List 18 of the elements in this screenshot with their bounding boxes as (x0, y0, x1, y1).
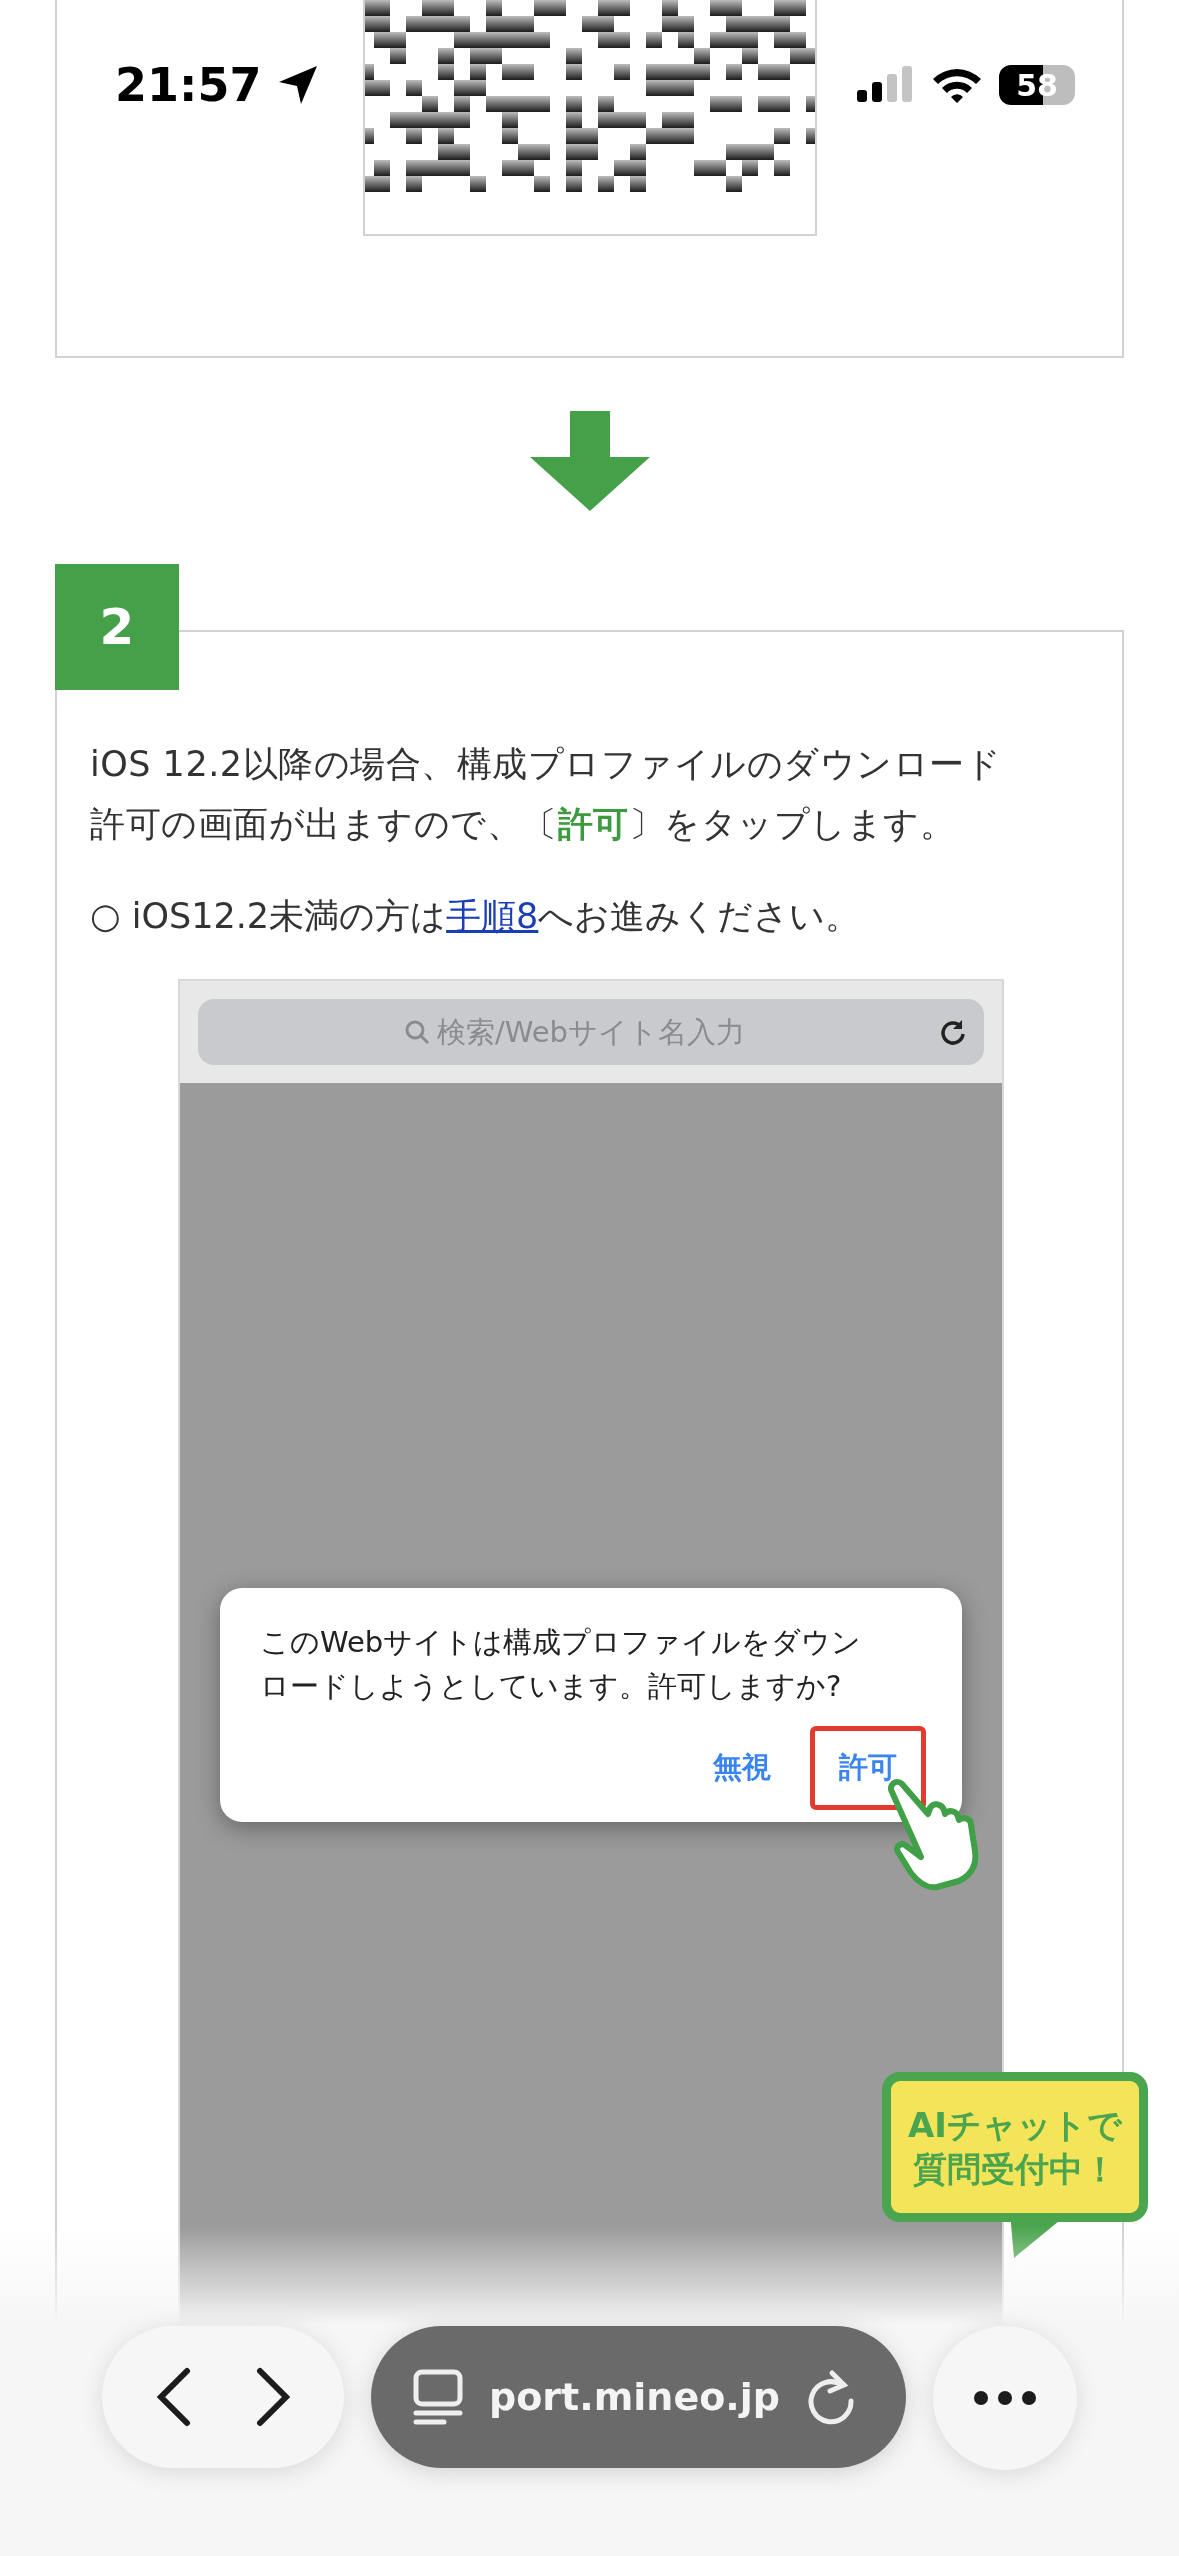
search-field[interactable]: 検索/Webサイト名入力 (198, 999, 984, 1065)
dialog-message: このWebサイトは構成プロファイルをダウンロードしようとしています。許可しますか? (260, 1624, 863, 1705)
down-arrow-icon (529, 411, 650, 511)
search-icon (404, 1019, 430, 1045)
ai-chat-bubble[interactable]: AIチャットで 質問受付中！ (882, 2072, 1148, 2222)
more-icon (973, 2390, 1037, 2406)
address-bar[interactable]: port.mineo.jp (371, 2326, 906, 2468)
url-text: port.mineo.jp (488, 2375, 781, 2419)
note-text: ○ iOS12.2未満の方は手順8へお進みください。 (90, 895, 862, 938)
reload-icon[interactable] (806, 2369, 856, 2425)
step-number: 2 (55, 564, 179, 690)
dialog-button[interactable]: 無視 (684, 1726, 800, 1810)
location-arrow-icon (277, 64, 320, 106)
step-link[interactable]: 手順8 (446, 896, 539, 936)
status-time: 21:57 (115, 58, 262, 112)
instruction-text: iOS 12.2以降の場合、構成プロファイルのダウンロード許可の画面が出ますので、〔許可〕をタップします。 (90, 743, 1003, 846)
reload-icon (938, 1018, 968, 1048)
reader-icon (413, 2369, 463, 2425)
